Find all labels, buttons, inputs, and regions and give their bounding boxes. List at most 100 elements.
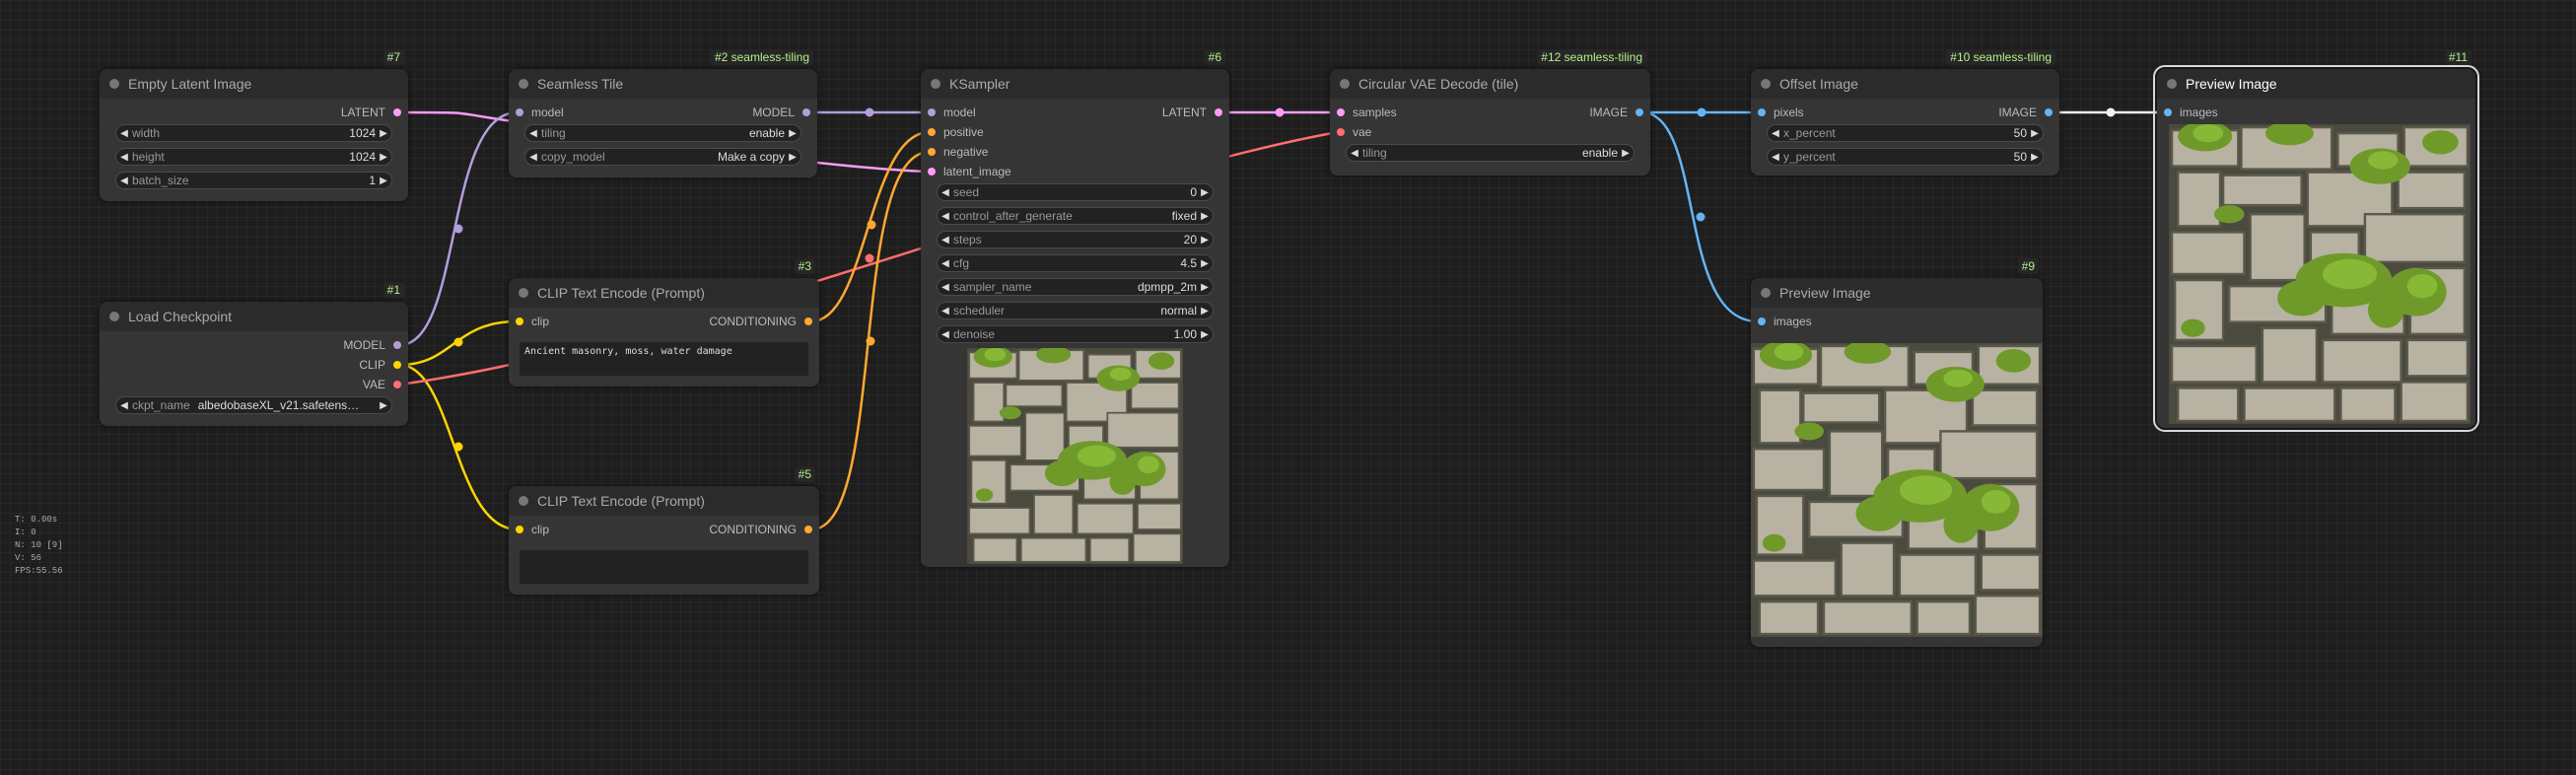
decrement-arrow-icon[interactable]: ◀ bbox=[938, 306, 953, 317]
node-title-bar[interactable]: CLIP Text Encode (Prompt) bbox=[509, 486, 819, 516]
widget-sampler-name[interactable]: ◀ sampler_name dpmpp_2m ▶ bbox=[937, 278, 1214, 296]
output-model[interactable]: MODEL bbox=[343, 336, 408, 354]
decrement-arrow-icon[interactable]: ◀ bbox=[116, 152, 132, 163]
widget-value[interactable]: 4.5 bbox=[1180, 256, 1197, 270]
collapse-dot-icon[interactable] bbox=[2167, 79, 2177, 89]
increment-arrow-icon[interactable]: ▶ bbox=[1197, 187, 1213, 198]
input-socket-icon[interactable] bbox=[1337, 108, 1345, 116]
widget-steps[interactable]: ◀ steps 20 ▶ bbox=[937, 231, 1214, 248]
node-title-bar[interactable]: Empty Latent Image bbox=[100, 69, 408, 99]
node-clip-text-encode-negative[interactable]: #5 CLIP Text Encode (Prompt) clip CONDIT… bbox=[509, 466, 819, 595]
increment-arrow-icon[interactable]: ▶ bbox=[376, 400, 391, 411]
input-model[interactable]: model bbox=[921, 104, 976, 121]
input-socket-icon[interactable] bbox=[1758, 108, 1766, 116]
output-socket-icon[interactable] bbox=[1636, 108, 1643, 116]
widget-cfg[interactable]: ◀ cfg 4.5 ▶ bbox=[937, 254, 1214, 272]
output-socket-icon[interactable] bbox=[802, 108, 810, 116]
input-pixels[interactable]: pixels bbox=[1751, 104, 1804, 121]
output-latent[interactable]: LATENT bbox=[341, 104, 408, 121]
decrement-arrow-icon[interactable]: ◀ bbox=[938, 235, 953, 246]
collapse-dot-icon[interactable] bbox=[109, 312, 119, 321]
node-title-bar[interactable]: Offset Image bbox=[1751, 69, 2059, 99]
input-negative[interactable]: negative bbox=[921, 143, 988, 161]
collapse-dot-icon[interactable] bbox=[109, 79, 119, 89]
decrement-arrow-icon[interactable]: ◀ bbox=[1347, 148, 1362, 159]
decrement-arrow-icon[interactable]: ◀ bbox=[938, 258, 953, 269]
node-offset-image[interactable]: #10 seamless-tiling Offset Image pixels … bbox=[1751, 49, 2059, 176]
output-conditioning[interactable]: CONDITIONING bbox=[709, 521, 819, 538]
input-socket-icon[interactable] bbox=[516, 317, 523, 325]
input-clip[interactable]: clip bbox=[509, 521, 549, 538]
increment-arrow-icon[interactable]: ▶ bbox=[1618, 148, 1634, 159]
prompt-textarea[interactable] bbox=[519, 549, 809, 585]
node-preview-image-9[interactable]: #9 Preview Image images bbox=[1751, 258, 2043, 647]
prompt-textarea[interactable]: Ancient masonry, moss, water damage bbox=[519, 341, 809, 377]
decrement-arrow-icon[interactable]: ◀ bbox=[116, 128, 132, 139]
decrement-arrow-icon[interactable]: ◀ bbox=[116, 176, 132, 186]
increment-arrow-icon[interactable]: ▶ bbox=[785, 152, 801, 163]
increment-arrow-icon[interactable]: ▶ bbox=[1197, 329, 1213, 340]
widget-value[interactable]: 1.00 bbox=[1174, 327, 1197, 341]
node-title-bar[interactable]: KSampler bbox=[921, 69, 1229, 99]
node-title-bar[interactable]: Load Checkpoint bbox=[100, 302, 408, 331]
input-socket-icon[interactable] bbox=[1758, 317, 1766, 325]
widget-copy-model[interactable]: ◀ copy_model Make a copy ▶ bbox=[524, 148, 801, 166]
increment-arrow-icon[interactable]: ▶ bbox=[376, 152, 391, 163]
collapse-dot-icon[interactable] bbox=[1340, 79, 1350, 89]
input-socket-icon[interactable] bbox=[928, 168, 936, 176]
node-title-bar[interactable]: Preview Image bbox=[2157, 69, 2475, 99]
decrement-arrow-icon[interactable]: ◀ bbox=[1768, 128, 1783, 139]
widget-x-percent[interactable]: ◀ x_percent 50 ▶ bbox=[1767, 124, 2044, 142]
node-circular-vae-decode[interactable]: #12 seamless-tiling Circular VAE Decode … bbox=[1330, 49, 1650, 176]
widget-control-after-generate[interactable]: ◀ control_after_generate fixed ▶ bbox=[937, 207, 1214, 225]
node-title-bar[interactable]: CLIP Text Encode (Prompt) bbox=[509, 278, 819, 308]
widget-value[interactable]: enable bbox=[749, 126, 785, 140]
decrement-arrow-icon[interactable]: ◀ bbox=[938, 211, 953, 222]
widget-tiling[interactable]: ◀ tiling enable ▶ bbox=[524, 124, 801, 142]
increment-arrow-icon[interactable]: ▶ bbox=[2027, 128, 2043, 139]
input-samples[interactable]: samples bbox=[1330, 104, 1397, 121]
widget-denoise[interactable]: ◀ denoise 1.00 ▶ bbox=[937, 325, 1214, 343]
input-images[interactable]: images bbox=[1751, 313, 1812, 330]
collapse-dot-icon[interactable] bbox=[519, 288, 528, 298]
input-socket-icon[interactable] bbox=[928, 108, 936, 116]
increment-arrow-icon[interactable]: ▶ bbox=[1197, 235, 1213, 246]
input-socket-icon[interactable] bbox=[1337, 128, 1345, 136]
widget-value[interactable]: fixed bbox=[1172, 209, 1197, 223]
widget-value[interactable]: enable bbox=[1582, 146, 1618, 160]
output-socket-icon[interactable] bbox=[2045, 108, 2053, 116]
collapse-dot-icon[interactable] bbox=[519, 79, 528, 89]
increment-arrow-icon[interactable]: ▶ bbox=[1197, 211, 1213, 222]
widget-value[interactable]: 50 bbox=[2014, 150, 2027, 164]
increment-arrow-icon[interactable]: ▶ bbox=[2027, 152, 2043, 163]
decrement-arrow-icon[interactable]: ◀ bbox=[1768, 152, 1783, 163]
input-socket-icon[interactable] bbox=[516, 526, 523, 533]
node-title-bar[interactable]: Seamless Tile bbox=[509, 69, 817, 99]
widget-value[interactable]: 0 bbox=[1190, 185, 1197, 199]
output-model[interactable]: MODEL bbox=[752, 104, 817, 121]
widget-ckpt-name[interactable]: ◀ ckpt_name albedobaseXL_v21.safetens… ▶ bbox=[115, 396, 392, 414]
widget-value[interactable]: 1024 bbox=[349, 126, 376, 140]
input-vae[interactable]: vae bbox=[1330, 123, 1371, 141]
output-socket-icon[interactable] bbox=[804, 317, 812, 325]
widget-value[interactable]: albedobaseXL_v21.safetens… bbox=[198, 398, 376, 412]
widget-value[interactable]: 50 bbox=[2014, 126, 2027, 140]
decrement-arrow-icon[interactable]: ◀ bbox=[116, 400, 132, 411]
widget-height[interactable]: ◀ height 1024 ▶ bbox=[115, 148, 392, 166]
output-clip[interactable]: CLIP bbox=[359, 356, 408, 374]
node-preview-image-11[interactable]: #11 Preview Image images bbox=[2153, 49, 2479, 432]
node-title-bar[interactable]: Circular VAE Decode (tile) bbox=[1330, 69, 1650, 99]
widget-scheduler[interactable]: ◀ scheduler normal ▶ bbox=[937, 302, 1214, 319]
input-socket-icon[interactable] bbox=[2164, 108, 2172, 116]
collapse-dot-icon[interactable] bbox=[1761, 79, 1771, 89]
widget-batch-size[interactable]: ◀ batch_size 1 ▶ bbox=[115, 172, 392, 189]
increment-arrow-icon[interactable]: ▶ bbox=[1197, 306, 1213, 317]
widget-tiling[interactable]: ◀ tiling enable ▶ bbox=[1346, 144, 1635, 162]
increment-arrow-icon[interactable]: ▶ bbox=[1197, 258, 1213, 269]
node-load-checkpoint[interactable]: #1 Load Checkpoint MODEL CLIP VAE ◀ ckpt… bbox=[100, 282, 408, 426]
output-socket-icon[interactable] bbox=[393, 108, 401, 116]
decrement-arrow-icon[interactable]: ◀ bbox=[938, 282, 953, 293]
output-image[interactable]: IMAGE bbox=[1998, 104, 2059, 121]
input-model[interactable]: model bbox=[509, 104, 564, 121]
input-socket-icon[interactable] bbox=[928, 128, 936, 136]
